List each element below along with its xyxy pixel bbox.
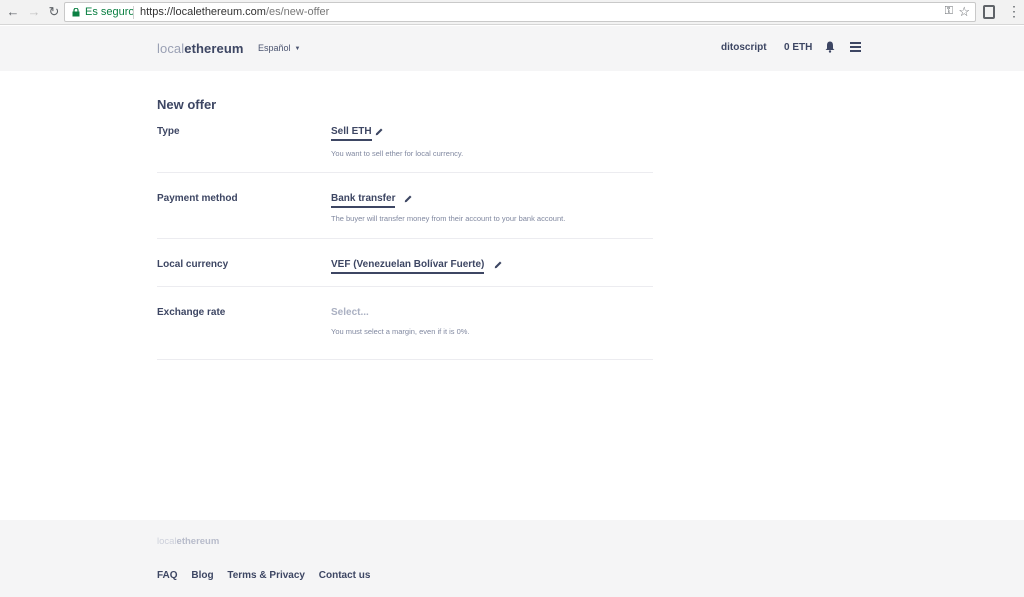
- pencil-icon[interactable]: [494, 260, 503, 269]
- logo-part-ethereum: ethereum: [184, 41, 244, 56]
- bookmark-star-icon[interactable]: ☆: [958, 4, 970, 20]
- browser-menu-icon[interactable]: ⋮: [1007, 3, 1021, 19]
- form-row-exchange-rate: Exchange rate Select... You must select …: [157, 287, 653, 360]
- lock-icon: [72, 8, 80, 17]
- logo-part-local: local: [157, 41, 185, 56]
- type-label: Type: [157, 126, 180, 137]
- footer-link-terms-privacy[interactable]: Terms & Privacy: [227, 570, 305, 581]
- address-separator: [133, 6, 134, 19]
- local-currency-label: Local currency: [157, 259, 229, 270]
- exchange-rate-select[interactable]: Select...: [331, 307, 369, 320]
- url-text[interactable]: https://localethereum.com/es/new-offer: [140, 6, 329, 18]
- balance-display[interactable]: 0 ETH: [784, 42, 812, 53]
- footer-logo-part-ethereum: ethereum: [176, 536, 220, 547]
- form-row-local-currency: Local currency VEF (Venezuelan Bolívar F…: [157, 239, 653, 287]
- site-footer: localethereum FAQ Blog Terms & Privacy C…: [0, 520, 1024, 597]
- exchange-rate-description: You must select a margin, even if it is …: [331, 327, 470, 336]
- pencil-icon[interactable]: [375, 127, 384, 136]
- exchange-rate-label: Exchange rate: [157, 307, 226, 318]
- url-path: /es/new-offer: [265, 6, 330, 18]
- language-label: Español: [258, 43, 291, 53]
- key-icon[interactable]: ⚿: [945, 5, 953, 18]
- form-row-payment-method: Payment method Bank transfer The buyer w…: [157, 173, 653, 239]
- site-logo[interactable]: localethereum: [157, 41, 244, 56]
- extension-icon[interactable]: [983, 5, 995, 19]
- secure-label: Es seguro: [85, 6, 135, 18]
- footer-link-contact-us[interactable]: Contact us: [319, 570, 371, 581]
- pencil-icon[interactable]: [404, 194, 413, 203]
- site-header: localethereum Español ▼ ditoscript 0 ETH: [0, 26, 1024, 71]
- footer-links: FAQ Blog Terms & Privacy Contact us: [157, 570, 381, 581]
- hamburger-menu-icon[interactable]: [850, 42, 861, 52]
- type-value[interactable]: Sell ETH: [331, 126, 372, 141]
- footer-link-faq[interactable]: FAQ: [157, 570, 178, 581]
- username-link[interactable]: ditoscript: [721, 42, 767, 53]
- caret-down-icon: ▼: [294, 46, 301, 52]
- footer-link-blog[interactable]: Blog: [191, 570, 213, 581]
- forward-arrow-icon[interactable]: →: [26, 4, 42, 20]
- address-bar[interactable]: Es seguro https://localethereum.com/es/n…: [64, 2, 976, 22]
- page-title: New offer: [157, 97, 217, 112]
- form-row-type: Type Sell ETH You want to sell ether for…: [157, 124, 653, 173]
- footer-logo[interactable]: localethereum: [157, 536, 219, 547]
- local-currency-value[interactable]: VEF (Venezuelan Bolívar Fuerte): [331, 259, 485, 274]
- language-selector[interactable]: Español ▼: [258, 43, 300, 53]
- reload-icon[interactable]: ↻: [46, 4, 62, 20]
- payment-method-label: Payment method: [157, 193, 238, 204]
- url-host: https://localethereum.com: [140, 6, 266, 18]
- type-description: You want to sell ether for local currenc…: [331, 149, 464, 158]
- browser-toolbar: ← → ↻ Es seguro https://localethereum.co…: [0, 0, 1024, 25]
- payment-method-value[interactable]: Bank transfer: [331, 193, 396, 208]
- footer-logo-part-local: local: [157, 536, 177, 547]
- payment-method-description: The buyer will transfer money from their…: [331, 214, 566, 223]
- bell-icon[interactable]: [825, 41, 835, 53]
- back-arrow-icon[interactable]: ←: [5, 4, 21, 20]
